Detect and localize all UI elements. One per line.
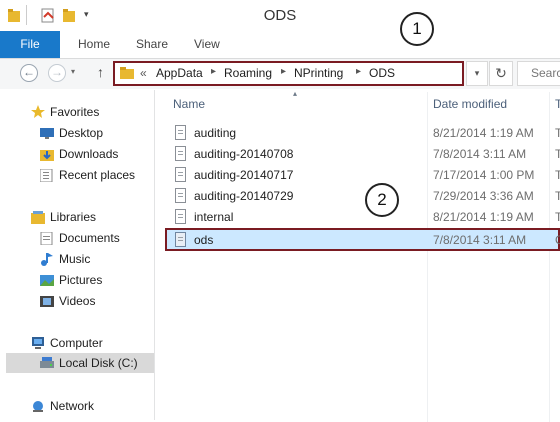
nav-item-label: Documents [59,231,120,245]
file-type: C [555,233,560,247]
file-date: 8/21/2014 1:19 AM [433,210,534,224]
file-type: T [555,168,560,182]
libraries-icon [31,210,45,224]
file-date: 7/17/2014 1:00 PM [433,168,535,182]
file-type: T [555,147,560,161]
file-name: auditing-20140717 [194,168,294,182]
file-row-selected[interactable]: ods 7/8/2014 3:11 AM C [165,228,560,251]
up-arrow-icon[interactable]: ↑ [97,64,104,80]
nav-item-label: Recent places [59,168,136,182]
file-name: internal [194,210,234,224]
callout-2: 2 [365,183,399,217]
nav-item-label: Pictures [59,273,103,287]
back-arrow-icon[interactable]: ← [20,64,38,82]
star-icon [31,105,45,118]
computer-icon [31,336,45,349]
text-file-icon [175,167,186,182]
nav-favorites-label: Favorites [50,105,100,119]
nav-item-local-disk[interactable]: Local Disk (C:) [6,353,154,373]
local-disk-icon [40,356,54,369]
file-name: ods [194,233,214,247]
tab-view[interactable]: View [194,31,220,58]
file-name: auditing-20140729 [194,189,294,203]
file-type: T [555,210,560,224]
database-file-icon [175,232,186,247]
file-row[interactable]: auditing-20140717 7/17/2014 1:00 PM T [165,165,560,186]
file-row[interactable]: auditing 8/21/2014 1:19 AM T [165,123,560,144]
text-file-icon [175,188,186,203]
file-type: T [555,189,560,203]
file-date: 8/21/2014 1:19 AM [433,126,534,140]
pictures-icon [40,273,54,286]
column-header-name[interactable]: Name [173,97,205,111]
breadcrumb-roaming[interactable]: Roaming [224,66,272,80]
search-input[interactable]: Searc [517,61,560,86]
file-date: 7/29/2014 3:36 AM [433,189,534,203]
text-file-icon [175,146,186,161]
nav-libraries-label: Libraries [50,210,97,224]
recent-places-icon [39,168,54,183]
breadcrumb-separator[interactable]: ▸ [356,66,361,77]
nav-favorites[interactable]: Favorites [0,102,154,122]
file-row[interactable]: auditing-20140729 7/29/2014 3:36 AM T [165,186,560,207]
nav-item-documents[interactable]: Documents [0,228,154,248]
nav-item-pictures[interactable]: Pictures [0,270,154,290]
text-file-icon [175,209,186,224]
nav-item-recent-places[interactable]: Recent places [0,165,154,185]
nav-item-videos[interactable]: Videos [0,291,154,311]
nav-item-downloads[interactable]: Downloads [0,144,154,164]
documents-icon [40,231,54,246]
nav-network[interactable]: Network [0,396,154,416]
address-dropdown-icon[interactable]: ▾ [466,61,488,86]
file-name: auditing [194,126,237,140]
nav-item-label: Videos [59,294,96,308]
nav-computer[interactable]: Computer [0,333,154,353]
file-date: 7/8/2014 3:11 AM [433,147,527,161]
nav-item-label: Desktop [59,126,104,140]
recent-locations-icon[interactable]: ▾ [71,67,75,76]
column-header-date-modified[interactable]: Date modified [433,97,507,111]
nav-item-music[interactable]: Music [0,249,154,269]
forward-arrow-icon[interactable]: → [48,64,66,82]
tab-file[interactable]: File [0,31,60,58]
breadcrumb-nprinting[interactable]: NPrinting [294,66,343,80]
breadcrumb-separator[interactable]: ▸ [211,66,216,77]
nav-libraries[interactable]: Libraries [0,207,154,227]
refresh-icon[interactable]: ↻ [489,61,513,86]
nav-item-label: Music [59,252,91,266]
downloads-icon [40,147,54,161]
desktop-icon [40,126,54,139]
breadcrumb-appdata[interactable]: AppData [156,66,203,80]
nav-item-desktop[interactable]: Desktop [0,123,154,143]
music-icon [40,252,54,266]
file-date: 7/8/2014 3:11 AM [433,233,527,247]
network-icon [31,399,45,412]
breadcrumb-separator[interactable]: ▸ [281,66,286,77]
window-title: ODS [263,7,297,24]
nav-item-label: Downloads [59,147,119,161]
column-header-type[interactable]: T [555,97,560,111]
file-name: auditing-20140708 [194,147,294,161]
file-type: T [555,126,560,140]
file-row[interactable]: auditing-20140708 7/8/2014 3:11 AM T [165,144,560,165]
callout-1: 1 [400,12,434,46]
breadcrumb-ods[interactable]: ODS [369,66,395,80]
sort-ascending-icon: ▴ [293,89,298,98]
nav-computer-label: Computer [50,336,103,350]
breadcrumb-overflow[interactable]: « [140,66,147,80]
nav-network-label: Network [50,399,95,413]
nav-item-label: Local Disk (C:) [59,356,138,370]
tab-share[interactable]: Share [136,31,168,58]
file-row[interactable]: internal 8/21/2014 1:19 AM T [165,207,560,228]
folder-icon [119,66,135,83]
tab-home[interactable]: Home [78,31,110,58]
text-file-icon [175,125,186,140]
videos-icon [40,294,54,307]
